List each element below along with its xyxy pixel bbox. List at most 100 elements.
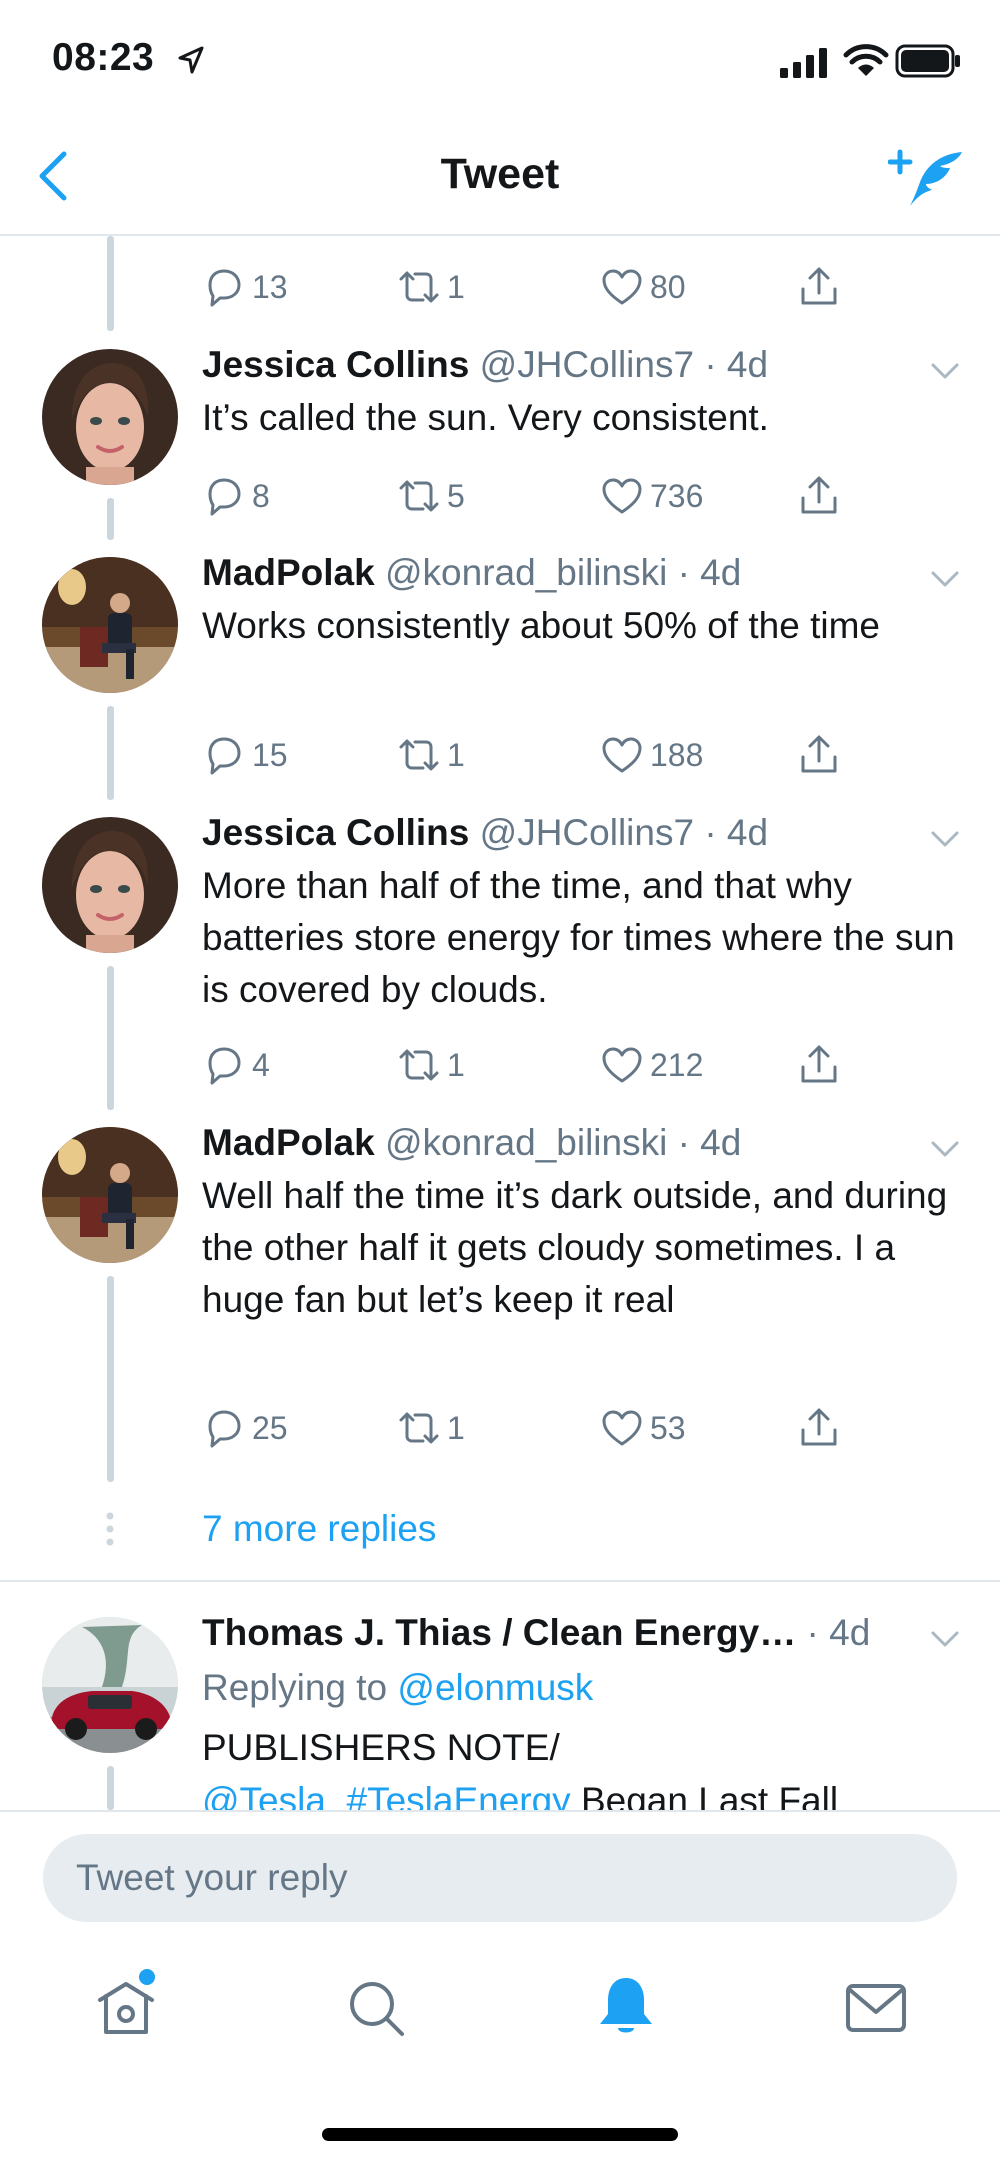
author-handle[interactable]: @JHCollins7 · 4d	[480, 344, 768, 385]
reply-count: 8	[252, 477, 270, 514]
reply-button[interactable]: 13	[202, 262, 288, 312]
avatar[interactable]	[42, 1127, 178, 1263]
retweet-button[interactable]: 1	[397, 1040, 465, 1090]
author-name[interactable]: Thomas J. Thias / Clean Energy…	[202, 1612, 796, 1653]
thread-line	[107, 706, 114, 800]
retweet-button[interactable]: 5	[397, 471, 465, 521]
reply-input[interactable]: Tweet your reply	[43, 1834, 957, 1922]
chevron-down-icon[interactable]	[928, 1622, 962, 1656]
section-divider	[0, 1580, 1000, 1582]
author-handle[interactable]: @konrad_bilinski · 4d	[385, 552, 741, 593]
like-button[interactable]: 212	[600, 1040, 703, 1090]
status-time: 08:23	[52, 36, 155, 79]
reply-count: 25	[252, 1409, 288, 1446]
reply-count: 13	[252, 268, 288, 305]
avatar[interactable]	[42, 557, 178, 693]
reply-button[interactable]: 25	[202, 1403, 288, 1453]
share-icon	[801, 476, 837, 514]
tweet-text: More than half of the time, and that why…	[202, 865, 955, 1010]
heart-icon	[602, 478, 642, 514]
tweet-header: MadPolak @konrad_bilinski · 4d	[202, 552, 741, 594]
author-name[interactable]: Jessica Collins	[202, 812, 469, 853]
notification-dot	[139, 1969, 155, 1985]
chevron-down-icon[interactable]	[928, 562, 962, 596]
tweet-header: Jessica Collins @JHCollins7 · 4d	[202, 812, 768, 854]
retweet-count: 1	[447, 1046, 465, 1083]
retweet-button[interactable]: 1	[397, 262, 465, 312]
more-dots-icon	[106, 1512, 114, 1546]
tweet-header: MadPolak @konrad_bilinski · 4d	[202, 1122, 741, 1164]
share-button[interactable]	[797, 471, 847, 521]
replying-to-handle[interactable]: @elonmusk	[397, 1667, 593, 1708]
battery-icon	[895, 44, 960, 78]
wifi-icon	[843, 44, 889, 76]
more-replies-link[interactable]: 7 more replies	[202, 1508, 436, 1550]
avatar-man-image	[42, 1127, 178, 1263]
tweet-actions: 13 1 80	[202, 262, 862, 312]
retweet-icon	[399, 271, 439, 303]
thread-line	[107, 966, 114, 1110]
reply-bar-divider	[0, 1810, 1000, 1812]
reply-count: 4	[252, 1046, 270, 1083]
share-icon	[801, 1408, 837, 1446]
retweet-count: 1	[447, 268, 465, 305]
reply-button[interactable]: 8	[202, 471, 270, 521]
tweet-actions: 8 5 736	[202, 471, 862, 521]
like-button[interactable]: 188	[600, 730, 703, 780]
notifications-icon[interactable]	[594, 1974, 658, 2038]
tweet-text: Works consistently about 50% of the time	[202, 605, 880, 646]
replying-to-label: Replying to	[202, 1667, 388, 1708]
author-name[interactable]: Jessica Collins	[202, 344, 469, 385]
page-title: Tweet	[440, 150, 560, 198]
like-button[interactable]: 736	[600, 471, 703, 521]
chevron-down-icon[interactable]	[928, 822, 962, 856]
share-button[interactable]	[797, 1040, 847, 1090]
like-button[interactable]: 80	[600, 262, 686, 312]
reply-count: 15	[252, 736, 288, 773]
reply-button[interactable]: 4	[202, 1040, 270, 1090]
signal-icon	[780, 48, 827, 78]
tweet-actions: 15 1 188	[202, 730, 862, 780]
share-button[interactable]	[797, 1403, 847, 1453]
retweet-button[interactable]: 1	[397, 1403, 465, 1453]
home-indicator[interactable]	[322, 2128, 678, 2141]
reply-icon	[208, 1047, 241, 1085]
tweet-actions: 4 1 212	[202, 1040, 862, 1090]
author-handle[interactable]: @konrad_bilinski · 4d	[385, 1122, 741, 1163]
avatar[interactable]	[42, 1617, 178, 1753]
retweet-icon	[399, 1412, 439, 1444]
avatar-car-image	[42, 1617, 178, 1753]
chevron-down-icon[interactable]	[928, 354, 962, 388]
author-handle[interactable]: @JHCollins7 · 4d	[480, 812, 768, 853]
heart-icon	[602, 269, 642, 305]
messages-icon[interactable]	[844, 1976, 908, 2040]
reply-button[interactable]: 15	[202, 730, 288, 780]
thread-line	[107, 498, 114, 540]
reply-icon	[208, 269, 241, 307]
reply-icon	[208, 478, 241, 516]
heart-icon	[602, 1410, 642, 1446]
share-icon	[801, 1045, 837, 1083]
like-button[interactable]: 53	[600, 1403, 686, 1453]
tweet-actions: 25 1 53	[202, 1403, 862, 1453]
replying-to: Replying to @elonmusk	[202, 1667, 593, 1709]
tweet-time: · 4d	[806, 1612, 871, 1653]
avatar[interactable]	[42, 817, 178, 953]
retweet-count: 1	[447, 1409, 465, 1446]
retweet-icon	[399, 480, 439, 512]
share-button[interactable]	[797, 262, 847, 312]
author-name[interactable]: MadPolak	[202, 552, 375, 593]
avatar-woman-image	[42, 349, 178, 485]
chevron-down-icon[interactable]	[928, 1132, 962, 1166]
retweet-button[interactable]: 1	[397, 730, 465, 780]
location-arrow-icon	[178, 46, 204, 74]
like-count: 188	[650, 736, 704, 773]
share-button[interactable]	[797, 730, 847, 780]
author-name[interactable]: MadPolak	[202, 1122, 375, 1163]
home-icon[interactable]	[94, 1976, 158, 2040]
like-count: 736	[650, 477, 704, 514]
share-icon	[801, 735, 837, 773]
compose-tweet-icon[interactable]	[888, 148, 964, 210]
avatar[interactable]	[42, 349, 178, 485]
search-icon[interactable]	[344, 1976, 408, 2040]
